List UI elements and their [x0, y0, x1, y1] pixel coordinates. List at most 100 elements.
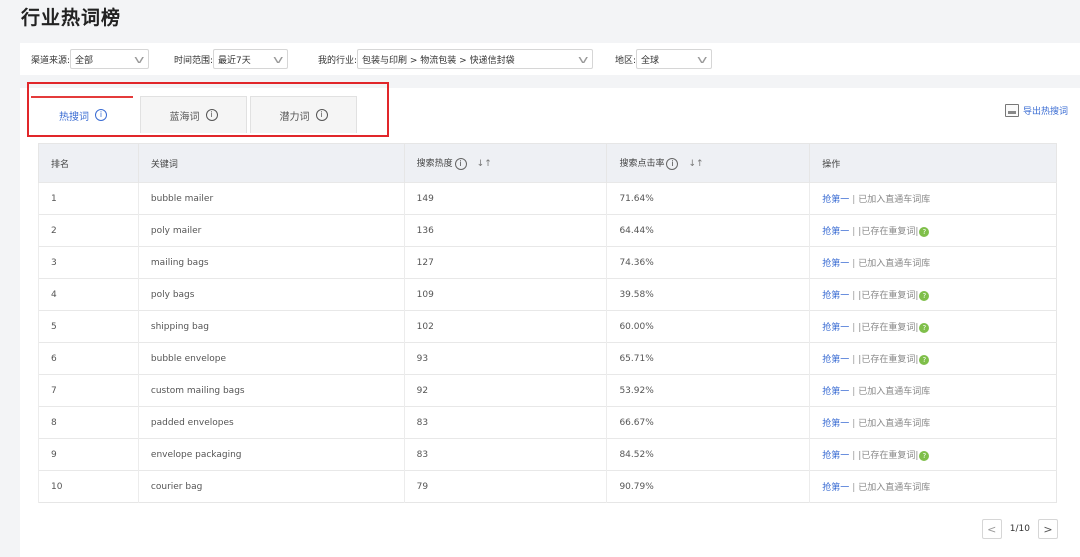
separator: |	[852, 451, 856, 461]
separator: |	[852, 227, 856, 237]
cell-ops: 抢第一 | 已加入直通车词库	[809, 182, 1057, 215]
cell-keyword: mailing bags	[137, 246, 405, 279]
cell-keyword: poly mailer	[137, 214, 405, 247]
help-icon[interactable]: ?	[919, 354, 930, 365]
cell-rank: 10	[38, 470, 139, 503]
cell-ctr: 64.44%	[606, 214, 810, 247]
separator: |	[852, 483, 856, 493]
chevron-down-icon: v	[272, 52, 284, 66]
cell-rank: 9	[38, 438, 139, 471]
cell-ctr: 74.36%	[606, 246, 810, 279]
time-select[interactable]: 最近7天 v	[213, 49, 289, 69]
cell-heat: 127	[403, 246, 607, 279]
cell-ctr: 65.71%	[606, 342, 810, 375]
cell-ctr: 84.52%	[606, 438, 810, 471]
grab-first-link[interactable]: 抢第一	[822, 195, 849, 205]
cell-rank: 5	[38, 310, 139, 343]
cell-ops: 抢第一 | 已加入直通车词库	[809, 246, 1057, 279]
help-icon[interactable]: ?	[919, 322, 930, 333]
export-button[interactable]: 导出热搜词	[1004, 104, 1068, 117]
help-icon[interactable]: ?	[919, 226, 930, 237]
table-header-row: 排名 关键词 搜索热度 i ↓↑ 搜索点击率 i ↓↑ 操作	[38, 143, 1057, 183]
table-row: 3 mailing bags 127 74.36% 抢第一 | 已加入直通车词库	[38, 246, 1057, 279]
cell-rank: 2	[38, 214, 139, 247]
region-filter: 地区: 全球 v	[615, 49, 713, 69]
chevron-down-icon: v	[577, 52, 589, 66]
tabs-highlight-box	[27, 82, 389, 137]
cell-keyword: poly bags	[137, 278, 405, 311]
grab-first-link[interactable]: 抢第一	[822, 323, 849, 333]
cell-ops: 抢第一 | |已存在重复词|?	[809, 214, 1057, 247]
info-icon[interactable]: i	[666, 157, 679, 170]
separator: |	[852, 291, 856, 301]
grab-first-link[interactable]: 抢第一	[822, 387, 849, 397]
cell-ops: 抢第一 | |已存在重复词|?	[809, 438, 1057, 471]
cell-rank: 7	[38, 374, 139, 407]
table-row: 10 courier bag 79 90.79% 抢第一 | 已加入直通车词库	[38, 470, 1057, 503]
grab-first-link[interactable]: 抢第一	[822, 355, 849, 365]
cell-ops: 抢第一 | |已存在重复词|?	[809, 342, 1057, 375]
cell-rank: 8	[38, 406, 139, 439]
header-ctr[interactable]: 搜索点击率 i ↓↑	[606, 143, 810, 183]
cell-rank: 4	[38, 278, 139, 311]
grab-first-link[interactable]: 抢第一	[822, 483, 849, 493]
separator: |	[852, 419, 856, 429]
help-icon[interactable]: ?	[919, 450, 930, 461]
cell-rank: 3	[38, 246, 139, 279]
channel-select[interactable]: 全部 v	[70, 49, 150, 69]
next-page-button[interactable]: >	[1038, 519, 1058, 539]
grab-first-link[interactable]: 抢第一	[822, 451, 849, 461]
cell-ops: 抢第一 | |已存在重复词|?	[809, 310, 1057, 343]
op-status-text: |已存在重复词|	[858, 355, 919, 365]
sort-icon[interactable]: ↓↑	[477, 159, 492, 169]
time-select-value: 最近7天	[218, 55, 251, 66]
chevron-down-icon: v	[696, 52, 708, 66]
channel-select-value: 全部	[75, 55, 94, 66]
op-status-text: 已加入直通车词库	[858, 195, 931, 205]
region-select[interactable]: 全球 v	[636, 49, 713, 69]
cell-ctr: 39.58%	[606, 278, 810, 311]
header-heat[interactable]: 搜索热度 i ↓↑	[403, 143, 607, 183]
op-status-text: |已存在重复词|	[858, 451, 919, 461]
header-keyword: 关键词	[137, 143, 405, 183]
sort-icon[interactable]: ↓↑	[688, 159, 703, 169]
hot-words-table: 排名 关键词 搜索热度 i ↓↑ 搜索点击率 i ↓↑ 操作 1 bubble maile…	[38, 143, 1057, 503]
grab-first-link[interactable]: 抢第一	[822, 227, 849, 237]
grab-first-link[interactable]: 抢第一	[822, 259, 849, 269]
table-row: 9 envelope packaging 83 84.52% 抢第一 | |已存在重复词|?	[38, 438, 1057, 471]
region-select-value: 全球	[641, 55, 660, 66]
cell-keyword: bubble envelope	[137, 342, 405, 375]
table-row: 4 poly bags 109 39.58% 抢第一 | |已存在重复词|?	[38, 278, 1057, 311]
op-status-text: 已加入直通车词库	[858, 419, 931, 429]
cell-heat: 93	[403, 342, 607, 375]
header-ops: 操作	[809, 143, 1057, 183]
op-status-text: 已加入直通车词库	[858, 483, 931, 493]
cell-ctr: 66.67%	[606, 406, 810, 439]
page-title: 行业热词榜	[21, 7, 122, 29]
pagination: < 1/10 >	[981, 519, 1058, 539]
help-icon[interactable]: ?	[919, 290, 930, 301]
cell-keyword: bubble mailer	[137, 182, 405, 215]
cell-ctr: 71.64%	[606, 182, 810, 215]
channel-filter: 渠道来源: 全部 v	[31, 49, 150, 69]
chevron-down-icon: v	[133, 52, 145, 66]
separator: |	[852, 387, 856, 397]
separator: |	[852, 323, 856, 333]
prev-page-button[interactable]: <	[981, 519, 1002, 539]
table-row: 5 shipping bag 102 60.00% 抢第一 | |已存在重复词|?	[38, 310, 1057, 343]
cell-heat: 149	[403, 182, 607, 215]
industry-select[interactable]: 包装与印刷 > 物流包装 > 快递信封袋 v	[357, 49, 594, 69]
industry-select-value: 包装与印刷 > 物流包装 > 快递信封袋	[362, 55, 515, 66]
cell-keyword: envelope packaging	[137, 438, 405, 471]
cell-heat: 102	[403, 310, 607, 343]
table-row: 1 bubble mailer 149 71.64% 抢第一 | 已加入直通车词库	[38, 182, 1057, 215]
cell-heat: 109	[403, 278, 607, 311]
table-row: 6 bubble envelope 93 65.71% 抢第一 | |已存在重复词|?	[38, 342, 1057, 375]
grab-first-link[interactable]: 抢第一	[822, 419, 849, 429]
cell-ctr: 90.79%	[606, 470, 810, 503]
cell-keyword: shipping bag	[137, 310, 405, 343]
grab-first-link[interactable]: 抢第一	[822, 291, 849, 301]
info-icon[interactable]: i	[454, 157, 467, 170]
header-rank: 排名	[38, 143, 139, 183]
op-status-text: |已存在重复词|	[858, 323, 919, 333]
